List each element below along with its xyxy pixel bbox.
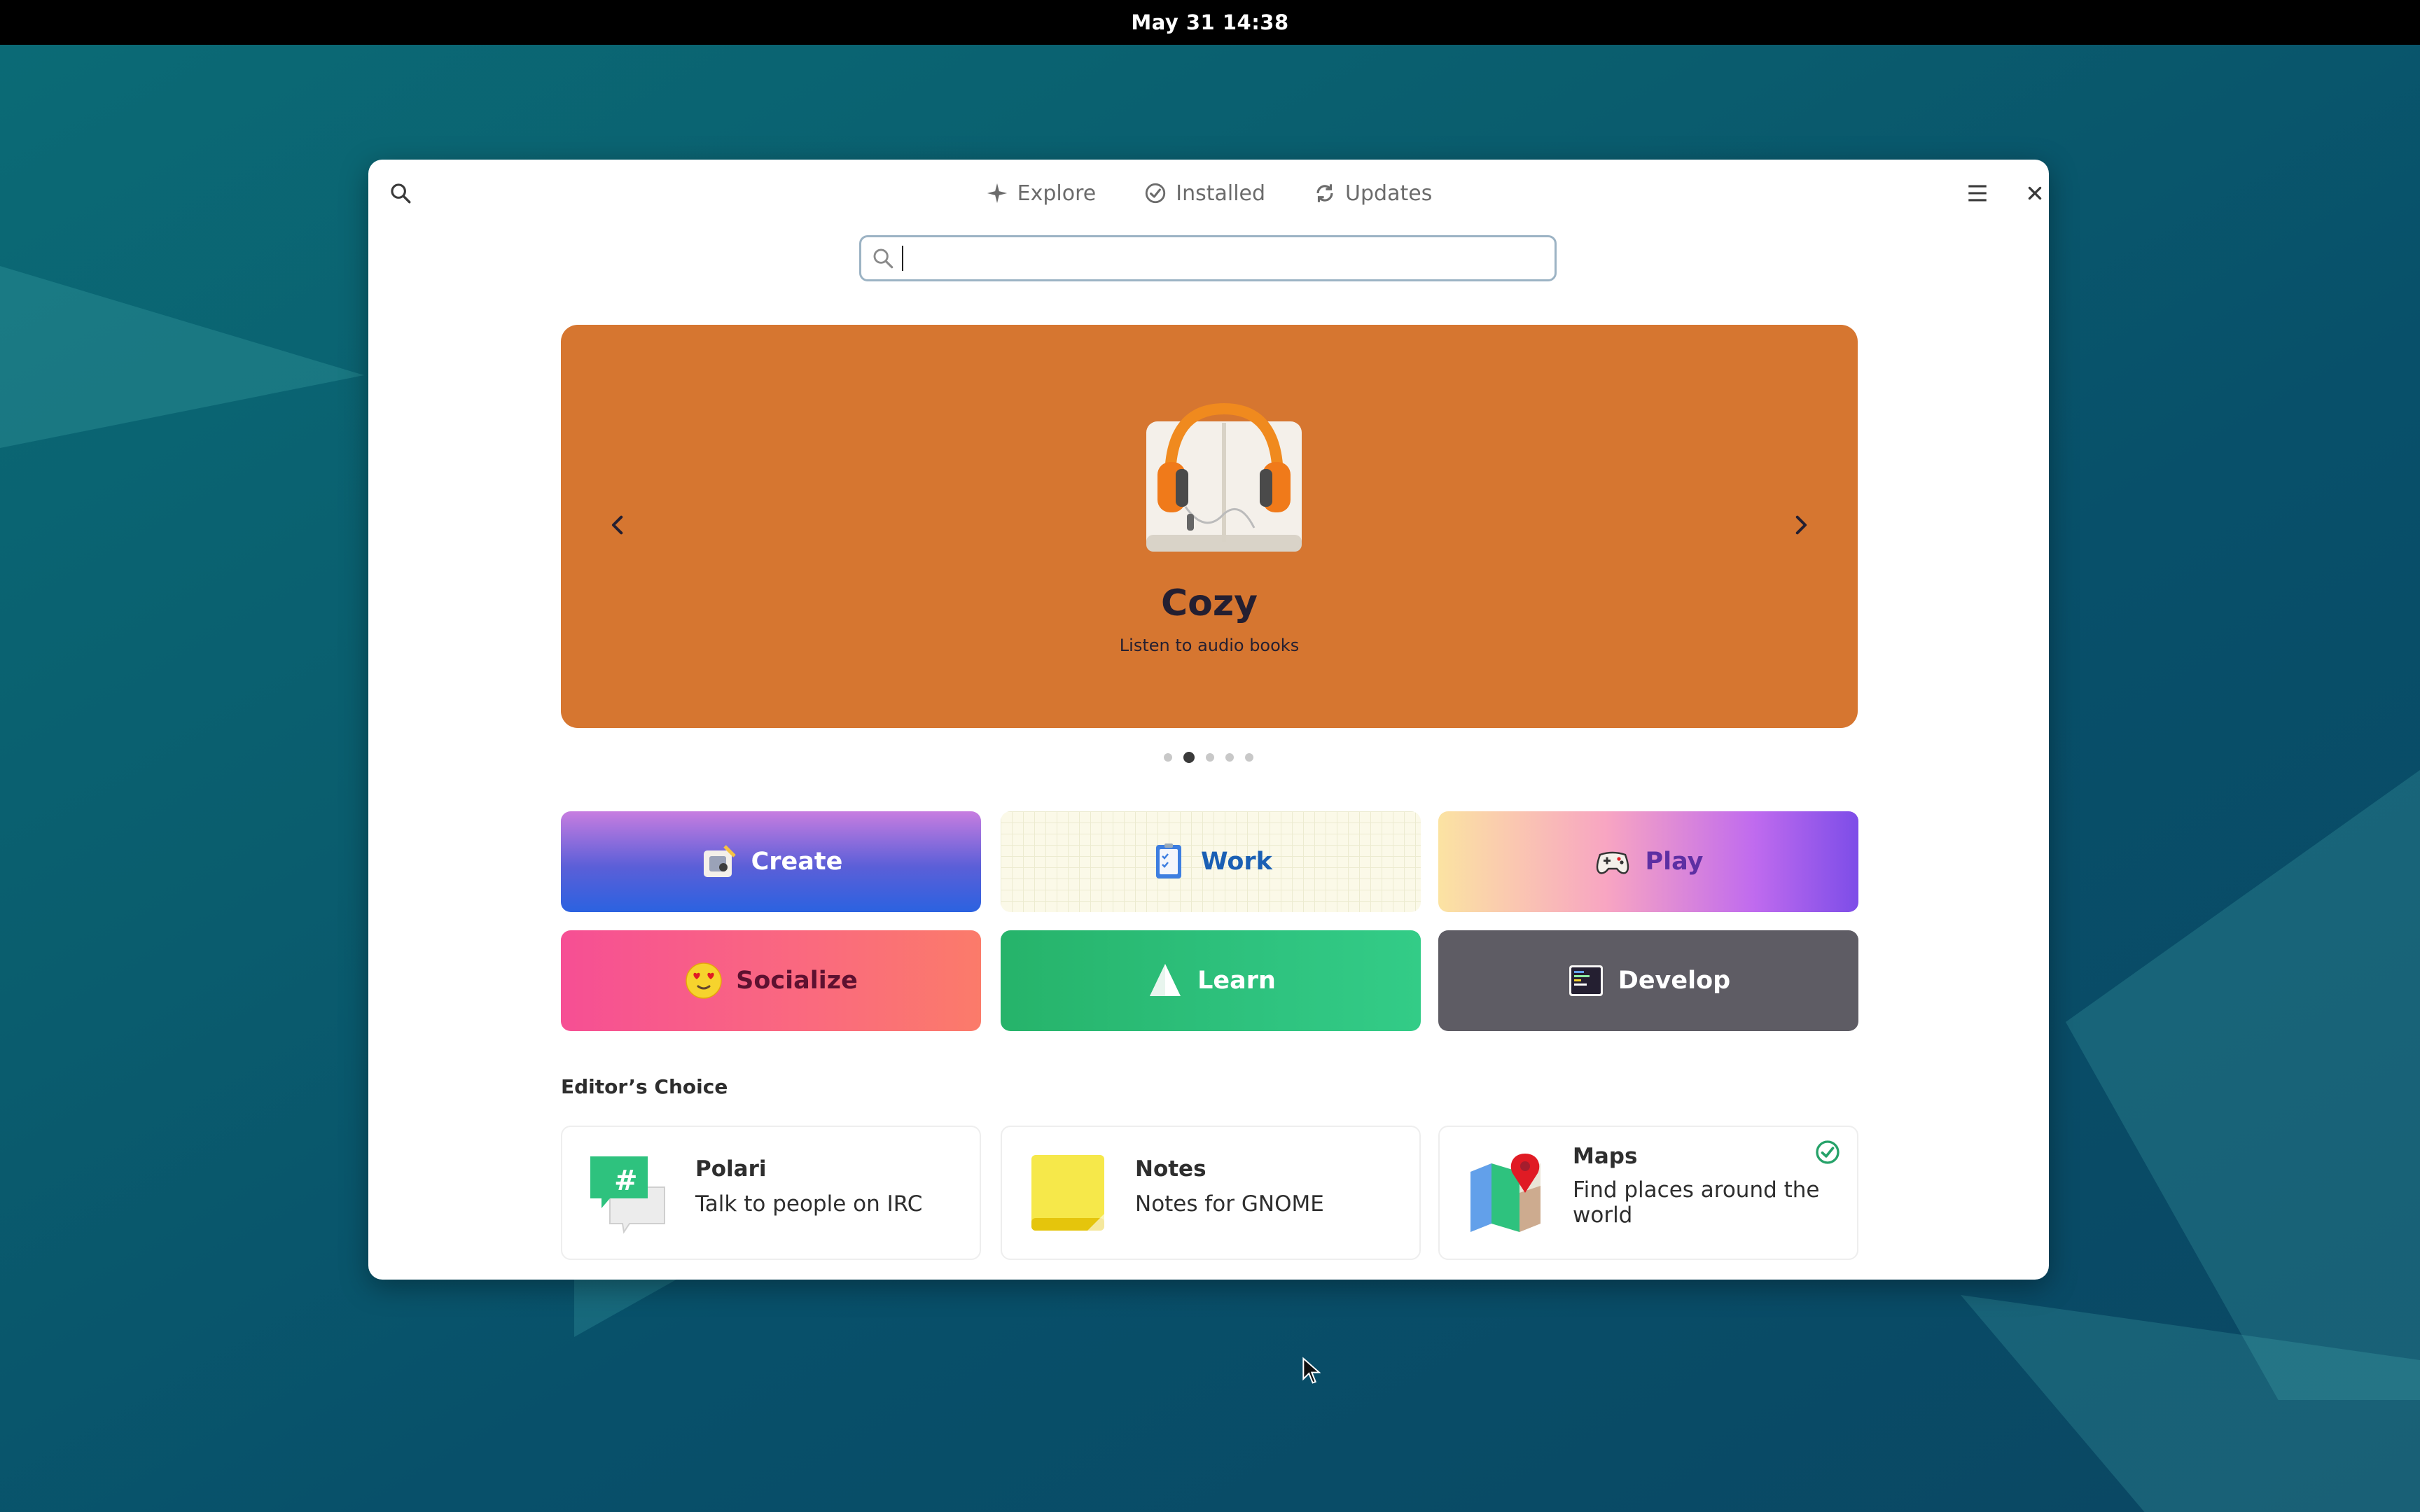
installed-check-icon — [1816, 1140, 1840, 1164]
close-icon — [2028, 186, 2042, 200]
carousel-indicator — [368, 752, 2049, 763]
tab-label: Explore — [1017, 181, 1097, 206]
category-play[interactable]: Play — [1438, 811, 1858, 912]
category-develop[interactable]: Develop — [1438, 930, 1858, 1031]
terminal-icon — [1569, 965, 1603, 996]
category-label: Develop — [1618, 967, 1731, 995]
app-summary: Notes for GNOME — [1135, 1191, 1324, 1217]
app-name: Notes — [1135, 1156, 1206, 1182]
app-summary: Talk to people on IRC — [695, 1191, 923, 1217]
create-icon — [703, 845, 736, 877]
text-caret — [902, 246, 903, 271]
sparkle-icon — [987, 183, 1007, 204]
chevron-right-icon — [1795, 515, 1807, 535]
search-field[interactable] — [859, 235, 1557, 281]
category-label: Play — [1645, 848, 1704, 876]
maps-app-icon — [1470, 1154, 1541, 1232]
wallpaper-shard — [2066, 770, 2420, 1400]
learn-icon — [1150, 964, 1181, 996]
category-label: Work — [1201, 848, 1272, 876]
category-socialize[interactable]: Socialize — [561, 930, 981, 1031]
main-menu-button[interactable] — [1959, 175, 1996, 211]
clock[interactable]: May 31 14:38 — [1131, 10, 1288, 34]
section-title-editors-choice: Editor’s Choice — [561, 1075, 728, 1098]
featured-app-name: Cozy — [1160, 582, 1258, 624]
mouse-pointer-icon — [1302, 1357, 1321, 1384]
app-name: Polari — [695, 1156, 767, 1182]
carousel-dot[interactable] — [1164, 753, 1172, 762]
category-create[interactable]: Create — [561, 811, 981, 912]
carousel-next-button[interactable] — [1776, 501, 1824, 549]
work-icon — [1156, 844, 1182, 878]
tab-installed[interactable]: Installed — [1136, 172, 1272, 214]
cozy-app-icon — [1146, 402, 1302, 552]
app-card-polari[interactable]: # Polari Talk to people on IRC — [561, 1126, 981, 1260]
polari-app-icon: # — [590, 1156, 665, 1234]
search-input[interactable] — [910, 245, 1555, 272]
close-window-button[interactable] — [2017, 175, 2049, 211]
hamburger-menu-icon — [1968, 185, 1987, 202]
app-name: Maps — [1573, 1144, 1638, 1169]
top-bar: May 31 14:38 — [0, 0, 2420, 45]
view-switcher: Explore Installed Updates — [368, 172, 2049, 214]
featured-carousel[interactable]: Cozy Listen to audio books — [561, 325, 1858, 728]
featured-app-summary: Listen to audio books — [1119, 636, 1300, 655]
software-window: Explore Installed Updates Cozy Listen to… — [368, 160, 2049, 1280]
emoji-heart-eyes-icon — [686, 962, 722, 999]
category-work[interactable]: Work — [1001, 811, 1421, 912]
category-label: Learn — [1197, 967, 1276, 995]
check-circle-icon — [1146, 183, 1166, 204]
category-learn[interactable]: Learn — [1001, 930, 1421, 1031]
app-card-maps[interactable]: Maps Find places around the world — [1438, 1126, 1858, 1260]
tab-explore[interactable]: Explore — [978, 172, 1104, 214]
svg-text:#: # — [614, 1165, 638, 1197]
chevron-left-icon — [611, 515, 623, 535]
tab-label: Updates — [1345, 181, 1433, 206]
refresh-icon — [1316, 184, 1333, 202]
search-icon — [873, 248, 893, 269]
tab-label: Installed — [1176, 181, 1266, 206]
header-bar: Explore Installed Updates — [368, 160, 2049, 227]
wallpaper-shard — [574, 1274, 686, 1337]
tab-updates[interactable]: Updates — [1306, 172, 1439, 214]
notes-app-icon — [1031, 1155, 1104, 1231]
category-label: Socialize — [736, 967, 858, 995]
gamepad-icon — [1597, 851, 1629, 874]
carousel-dot[interactable] — [1245, 753, 1253, 762]
app-card-notes[interactable]: Notes Notes for GNOME — [1001, 1126, 1421, 1260]
category-label: Create — [751, 848, 843, 876]
carousel-dot[interactable] — [1225, 753, 1234, 762]
app-summary: Find places around the world — [1573, 1177, 1820, 1228]
carousel-dot[interactable] — [1206, 753, 1214, 762]
carousel-previous-button[interactable] — [594, 501, 642, 549]
wallpaper-shard — [0, 266, 364, 448]
carousel-dot-active[interactable] — [1183, 752, 1195, 763]
